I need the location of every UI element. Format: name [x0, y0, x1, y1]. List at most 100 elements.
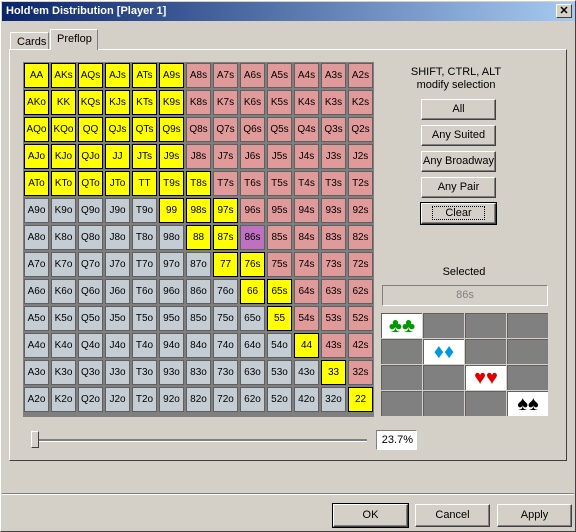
hand-cell[interactable]: AQo — [24, 117, 49, 142]
apply-button[interactable]: Apply — [497, 504, 572, 527]
hand-cell[interactable]: K9o — [51, 198, 76, 223]
hand-cell[interactable]: 65s — [267, 279, 292, 304]
hand-cell[interactable]: T5o — [132, 306, 157, 331]
suit-combo-cell[interactable] — [465, 391, 506, 416]
hand-cell[interactable]: T3s — [321, 171, 346, 196]
hand-cell[interactable]: QTo — [78, 171, 103, 196]
hand-cell[interactable]: 55 — [267, 306, 292, 331]
hand-cell[interactable]: 93o — [159, 360, 184, 385]
hand-cell[interactable]: A3o — [24, 360, 49, 385]
hand-cell[interactable]: K7s — [213, 90, 238, 115]
hand-cell[interactable]: 43o — [294, 360, 319, 385]
hand-cell[interactable]: 94s — [294, 198, 319, 223]
hand-cell[interactable]: AA — [24, 63, 49, 88]
hand-cell[interactable]: K8o — [51, 225, 76, 250]
hand-cell[interactable]: A6s — [240, 63, 265, 88]
hand-cell[interactable]: 74s — [294, 252, 319, 277]
hand-cell[interactable]: 97o — [159, 252, 184, 277]
hand-cell[interactable]: K6s — [240, 90, 265, 115]
hand-cell[interactable]: 98o — [159, 225, 184, 250]
hand-cell[interactable]: J6o — [105, 279, 130, 304]
hand-cell[interactable]: J9o — [105, 198, 130, 223]
hand-cell[interactable]: K2o — [51, 387, 76, 412]
hand-cell[interactable]: 97s — [213, 198, 238, 223]
hand-cell[interactable]: K7o — [51, 252, 76, 277]
hand-cell[interactable]: 86s — [240, 225, 265, 250]
hand-cell[interactable]: 99 — [159, 198, 184, 223]
hand-cell[interactable]: 84s — [294, 225, 319, 250]
hand-cell[interactable]: 65o — [240, 306, 265, 331]
suit-combo-cell[interactable] — [423, 313, 464, 338]
ok-button[interactable]: OK — [332, 503, 409, 528]
hand-cell[interactable]: K5o — [51, 306, 76, 331]
hand-cell[interactable]: K6o — [51, 279, 76, 304]
hand-cell[interactable]: A3s — [321, 63, 346, 88]
suit-combo-cell[interactable] — [423, 365, 464, 390]
hand-cell[interactable]: KJs — [105, 90, 130, 115]
hand-cell[interactable]: QJs — [105, 117, 130, 142]
hand-cell[interactable]: A8o — [24, 225, 49, 250]
hand-cell[interactable]: 54s — [294, 306, 319, 331]
hand-cell[interactable]: Q8s — [186, 117, 211, 142]
hand-cell[interactable]: KJo — [51, 144, 76, 169]
suit-combo-cell[interactable] — [465, 313, 506, 338]
hand-cell[interactable]: A7o — [24, 252, 49, 277]
hand-cell[interactable]: AJs — [105, 63, 130, 88]
hand-cell[interactable]: 74o — [213, 333, 238, 358]
hand-cell[interactable]: T7o — [132, 252, 157, 277]
hand-cell[interactable]: KTo — [51, 171, 76, 196]
hand-cell[interactable]: J5s — [267, 144, 292, 169]
hand-cell[interactable]: 54o — [267, 333, 292, 358]
hand-cell[interactable]: 42o — [294, 387, 319, 412]
hand-cell[interactable]: K8s — [186, 90, 211, 115]
hand-cell[interactable]: Q5o — [78, 306, 103, 331]
suit-combo-cell[interactable] — [381, 391, 422, 416]
hand-cell[interactable]: K3o — [51, 360, 76, 385]
select-all-button[interactable]: All — [421, 99, 496, 120]
hand-cell[interactable]: A5o — [24, 306, 49, 331]
hand-cell[interactable]: J7s — [213, 144, 238, 169]
hand-cell[interactable]: J4o — [105, 333, 130, 358]
hand-cell[interactable]: K4s — [294, 90, 319, 115]
hand-cell[interactable]: Q4o — [78, 333, 103, 358]
hand-cell[interactable]: 73o — [213, 360, 238, 385]
hand-cell[interactable]: Q7o — [78, 252, 103, 277]
hand-cell[interactable]: 93s — [321, 198, 346, 223]
hand-cell[interactable]: 83o — [186, 360, 211, 385]
hand-cell[interactable]: T4s — [294, 171, 319, 196]
hand-cell[interactable]: Q2o — [78, 387, 103, 412]
any-broadway-button[interactable]: Any Broadway — [421, 151, 496, 172]
hand-cell[interactable]: AQs — [78, 63, 103, 88]
hand-cell[interactable]: 96s — [240, 198, 265, 223]
hand-cell[interactable]: QQ — [78, 117, 103, 142]
hand-cell[interactable]: 52s — [348, 306, 373, 331]
hand-cell[interactable]: Q7s — [213, 117, 238, 142]
hand-cell[interactable]: 63s — [321, 279, 346, 304]
hand-cell[interactable]: 77 — [213, 252, 238, 277]
hand-cell[interactable]: J2o — [105, 387, 130, 412]
range-slider-thumb[interactable] — [31, 431, 39, 448]
hand-cell[interactable]: A2s — [348, 63, 373, 88]
hand-cell[interactable]: J5o — [105, 306, 130, 331]
hand-cell[interactable]: JTs — [132, 144, 157, 169]
hand-cell[interactable]: A6o — [24, 279, 49, 304]
hand-cell[interactable]: 86o — [186, 279, 211, 304]
hand-cell[interactable]: Q9o — [78, 198, 103, 223]
hand-cell[interactable]: 42s — [348, 333, 373, 358]
suit-combo-cell[interactable] — [465, 339, 506, 364]
hand-cell[interactable]: JTo — [105, 171, 130, 196]
hand-cell[interactable]: A9s — [159, 63, 184, 88]
suit-combo-cell[interactable] — [423, 391, 464, 416]
hand-cell[interactable]: KQs — [78, 90, 103, 115]
hand-cell[interactable]: 98s — [186, 198, 211, 223]
hand-cell[interactable]: 83s — [321, 225, 346, 250]
range-percent-field[interactable]: 23.7% — [376, 430, 417, 450]
hand-cell[interactable]: 32s — [348, 360, 373, 385]
hand-cell[interactable]: J3s — [321, 144, 346, 169]
hand-cell[interactable]: K5s — [267, 90, 292, 115]
hand-cell[interactable]: J7o — [105, 252, 130, 277]
hand-cell[interactable]: 62o — [240, 387, 265, 412]
any-suited-button[interactable]: Any Suited — [421, 125, 496, 146]
hand-cell[interactable]: 76s — [240, 252, 265, 277]
hand-cell[interactable]: J2s — [348, 144, 373, 169]
